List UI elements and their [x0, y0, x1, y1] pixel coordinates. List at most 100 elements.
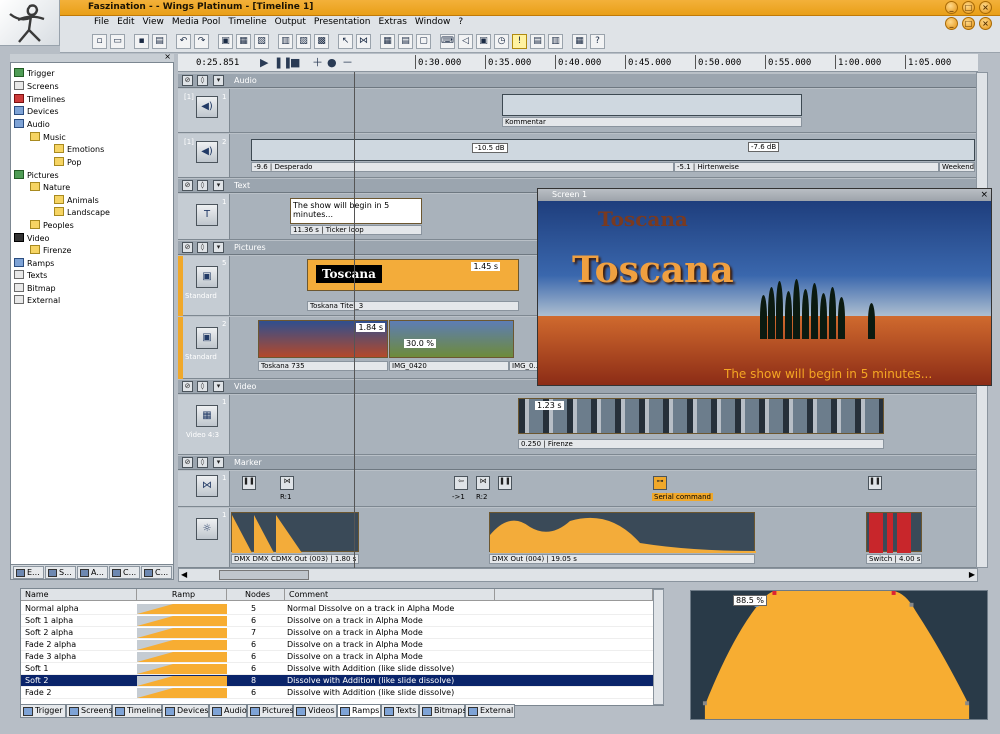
tree-item-peoples[interactable]: Peoples [30, 220, 74, 232]
tab-videos[interactable]: Videos [293, 704, 337, 718]
clip-hirtenweise[interactable]: -5.1 | Hirtenweise [674, 162, 939, 172]
clip-firenze[interactable]: 0.250 | Firenze [518, 439, 884, 449]
view-3-icon[interactable]: ▧ [254, 34, 269, 49]
preview-title-bar[interactable]: Screen 1 × [538, 189, 991, 201]
zoom-out-icon[interactable]: － [342, 57, 353, 68]
maximize-button[interactable]: □ [962, 1, 975, 14]
close-button[interactable]: × [979, 1, 992, 14]
options-icon[interactable]: ▦ [572, 34, 587, 49]
speaker-icon[interactable]: ◀) [196, 141, 218, 163]
settings-icon[interactable]: ▥ [548, 34, 563, 49]
zoom-reset-icon[interactable]: ● [327, 57, 337, 68]
menu-presentation[interactable]: Presentation [310, 16, 375, 28]
timeline-horizontal-scrollbar[interactable]: ◀ ▶ [178, 568, 978, 582]
table-row[interactable]: Normal alpha 5 Normal Dissolve on a track … [21, 603, 653, 615]
scroll-thumb[interactable] [219, 570, 309, 580]
tree-item-landscape[interactable]: Landscape [54, 207, 110, 219]
tree-item-video[interactable]: Video [14, 233, 49, 245]
ramp-node[interactable] [909, 602, 914, 607]
lock-icon[interactable]: ◊ [197, 457, 208, 468]
picture-icon[interactable]: ▣ [196, 266, 218, 288]
tree-item-animals[interactable]: Animals [54, 195, 99, 207]
table-row[interactable]: Fade 2 alpha 6 Dissolve on a track in Alph… [21, 639, 653, 651]
picture-clip-img0420[interactable]: 30.0 % [389, 320, 514, 358]
lock-icon[interactable]: ◊ [197, 180, 208, 191]
menu-output[interactable]: Output [271, 16, 310, 28]
tab-screens[interactable]: Screens [66, 704, 113, 718]
clip-toskana-titel[interactable]: Toskana Titel_3 [307, 301, 519, 311]
pause-marker-icon[interactable]: ❚❚ [242, 476, 256, 490]
ramp-curve-editor[interactable]: 88.5 % [690, 590, 988, 720]
split-icon[interactable]: ⋈ [356, 34, 371, 49]
menu-file[interactable]: File [90, 16, 113, 28]
menu-help[interactable]: ? [454, 16, 467, 28]
group-marker[interactable]: ⊘ ◊ ▾ Marker [178, 456, 976, 470]
col-comment[interactable]: Comment [285, 589, 495, 601]
serial-command-icon[interactable]: ⊶ [653, 476, 667, 490]
preview-close-icon[interactable]: × [980, 189, 988, 201]
help-icon[interactable]: ? [590, 34, 605, 49]
film-icon[interactable]: ▦ [196, 405, 218, 427]
tree-item-pop[interactable]: Pop [54, 157, 82, 169]
minimize-button[interactable]: _ [945, 1, 958, 14]
goto-marker-icon[interactable]: ⇦ [454, 476, 468, 490]
timeline-icon[interactable]: ▩ [314, 34, 329, 49]
dmx-clip-switch[interactable] [866, 512, 922, 553]
menu-media-pool[interactable]: Media Pool [168, 16, 225, 28]
stop-icon[interactable]: ■ [290, 57, 300, 68]
pause-marker-icon[interactable]: ❚❚ [498, 476, 512, 490]
picture-icon[interactable]: ▣ [196, 327, 218, 349]
tab-devices[interactable]: Devices [162, 704, 209, 718]
tree-item-texts[interactable]: Texts [14, 270, 47, 282]
dmx-label-switch[interactable]: Switch | 4.00 s [866, 554, 922, 564]
tab-texts[interactable]: Texts [381, 704, 419, 718]
menu-extras[interactable]: Extras [374, 16, 410, 28]
output-icon[interactable]: ▤ [530, 34, 545, 49]
table-row[interactable]: Soft 1 6 Dissolve with Addition (like slid… [21, 663, 653, 675]
cursor-icon[interactable]: ↖ [338, 34, 353, 49]
menu-view[interactable]: View [139, 16, 168, 28]
clip-img0420[interactable]: IMG_0420 [389, 361, 509, 371]
playhead[interactable] [354, 72, 355, 568]
text-icon[interactable]: T [196, 204, 218, 226]
tree-item-timelines[interactable]: Timelines [14, 94, 65, 106]
tree-item-music[interactable]: Music [30, 132, 66, 144]
collapse-icon[interactable]: ▾ [213, 457, 224, 468]
doc-minimize-button[interactable]: _ [945, 17, 958, 30]
speaker-icon[interactable]: ◁ [458, 34, 473, 49]
device-icon[interactable]: ▨ [296, 34, 311, 49]
clip-desperado[interactable]: -9.6 | Desperado [251, 162, 674, 172]
tree-item-firenze[interactable]: Firenze [30, 245, 71, 257]
left-tab-e[interactable]: E... [13, 566, 44, 579]
jump-marker-icon[interactable]: ⋈ [476, 476, 490, 490]
print-icon[interactable]: ▤ [152, 34, 167, 49]
audio-waveform[interactable] [502, 94, 802, 116]
lock-icon[interactable]: ◊ [197, 242, 208, 253]
tab-timelines[interactable]: Timelines [112, 704, 165, 718]
text-clip[interactable]: The show will begin in 5 minutes... [290, 198, 422, 224]
tree-item-audio[interactable]: Audio [14, 119, 50, 131]
speaker-icon[interactable]: ◀) [196, 96, 218, 118]
tree-item-bitmap[interactable]: Bitmap [14, 283, 56, 295]
tree-item-trigger[interactable]: Trigger [14, 68, 55, 80]
scroll-right-icon[interactable]: ▶ [969, 570, 975, 579]
clip-ticker-loop[interactable]: 11.36 s | Ticker loop [290, 225, 422, 235]
screen-preview-window[interactable]: Screen 1 × Toscana Toscana The show will… [537, 188, 992, 386]
tree-item-nature[interactable]: Nature [30, 182, 70, 194]
left-tab-c1[interactable]: C... [109, 566, 140, 579]
table-row[interactable]: Soft 1 alpha 6 Dissolve on a track in Alph… [21, 615, 653, 627]
clip-img-next[interactable]: IMG_0... [509, 361, 539, 371]
clip-kommentar[interactable]: Kommentar [502, 117, 802, 127]
keyboard-icon[interactable]: ⌨ [440, 34, 455, 49]
tree-item-external[interactable]: External [14, 295, 60, 307]
window-icon[interactable]: ▢ [416, 34, 431, 49]
table-row[interactable]: Fade 2 6 Dissolve with Addition (like slid… [21, 687, 653, 699]
lock-icon[interactable]: ◊ [197, 75, 208, 86]
ramp-node[interactable] [772, 591, 777, 595]
menu-window[interactable]: Window [411, 16, 455, 28]
left-tab-c2[interactable]: C... [141, 566, 172, 579]
collapse-icon[interactable]: ▾ [213, 381, 224, 392]
mute-icon[interactable]: ⊘ [182, 242, 193, 253]
tree-item-emotions[interactable]: Emotions [54, 144, 104, 156]
mute-icon[interactable]: ⊘ [182, 75, 193, 86]
